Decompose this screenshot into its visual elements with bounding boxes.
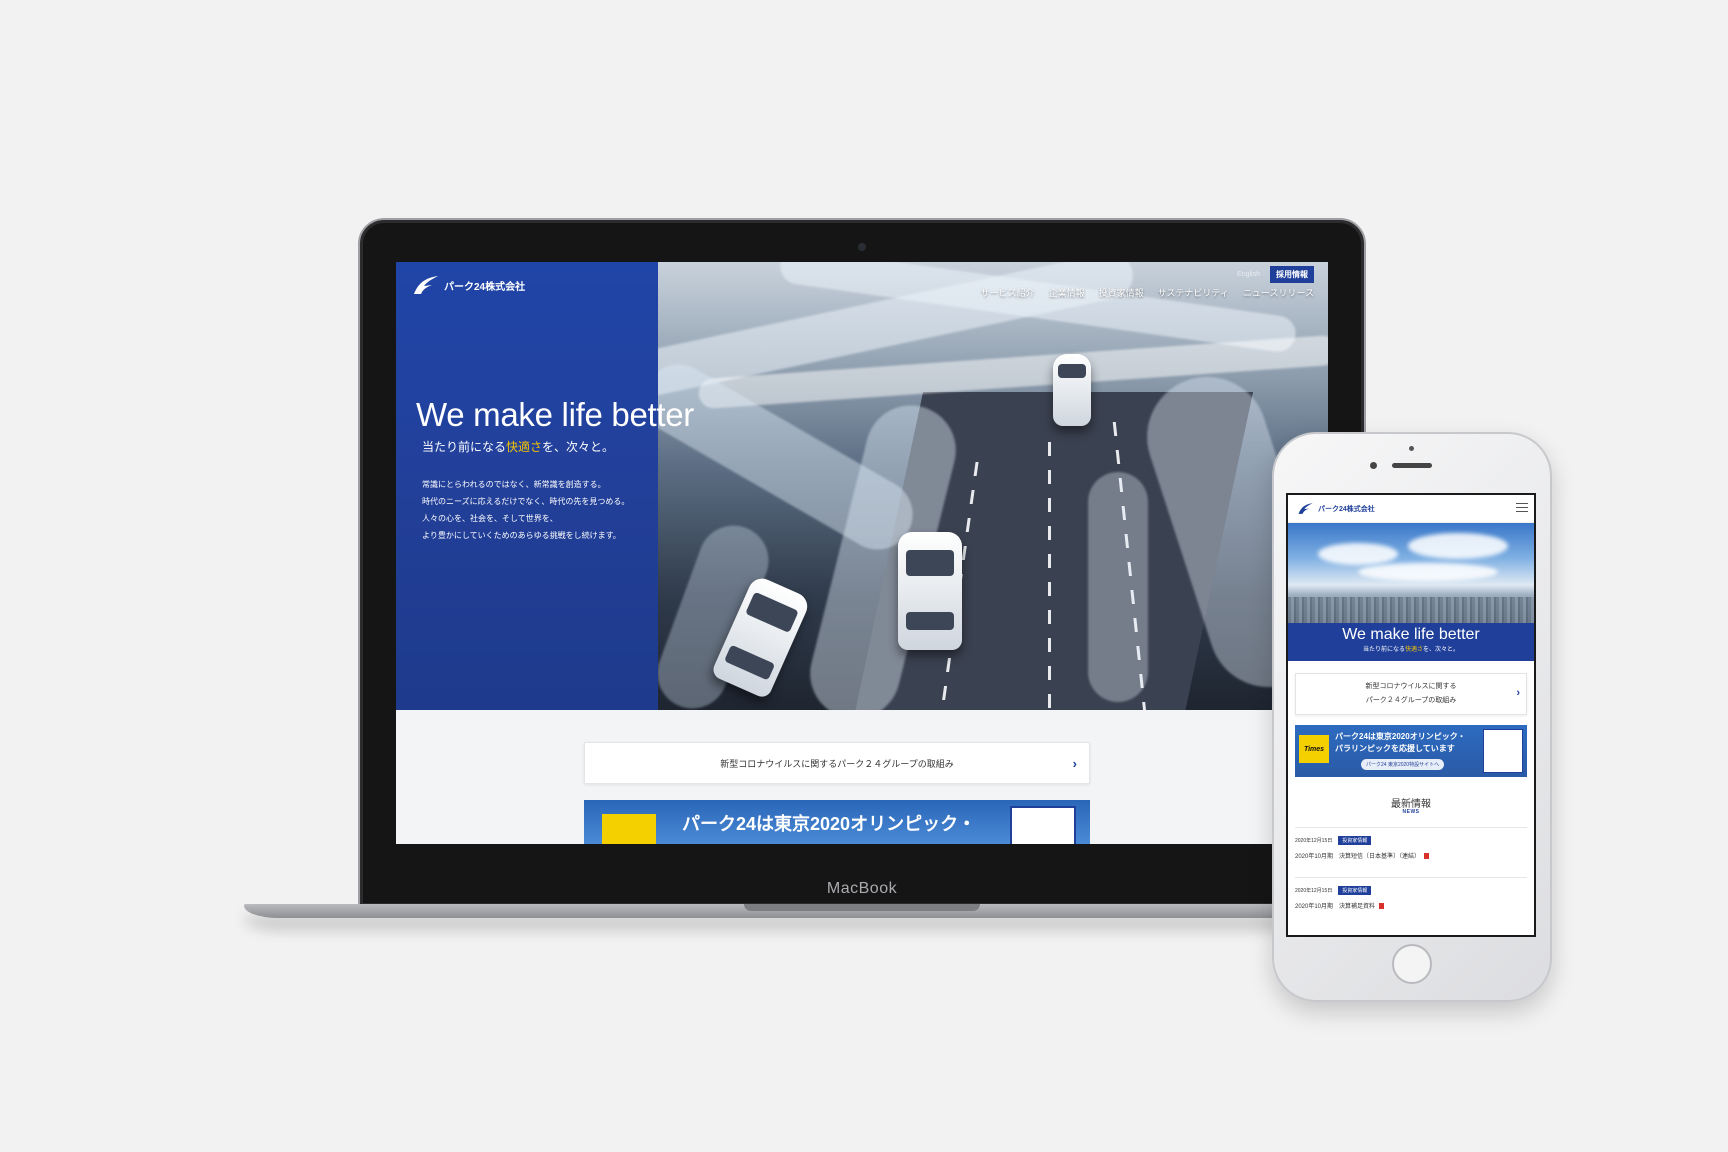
desktop-hero: パーク24株式会社 English 採用情報 サービス紹介 企業情報 投資家情報… bbox=[396, 262, 1328, 710]
subtitle-pre: 当たり前になる bbox=[422, 440, 507, 454]
hero-body-line: 常識にとらわれるのではなく、新常識を創造する。 bbox=[422, 480, 606, 489]
olympic-banner-line: パーク24は東京2020オリンピック・ bbox=[1335, 732, 1466, 741]
news-title: 2020年10月期 決算補足資料 bbox=[1295, 904, 1376, 910]
hero-image-traffic bbox=[658, 262, 1328, 710]
mobile-covid-info-link[interactable]: 新型コロナウイルスに関する パーク２４グループの取組み › bbox=[1295, 673, 1527, 715]
news-category-badge: 投資家情報 bbox=[1338, 836, 1372, 845]
mobile-hero-band: We make life better 当たり前になる快適さを、次々と。 bbox=[1288, 623, 1534, 661]
hero-body-line: 人々の心を、社会を、そして世界を、 bbox=[422, 514, 558, 523]
olympic-banner-line: パラリンピックを応援しています bbox=[1335, 744, 1455, 753]
tokyo2020-emblem bbox=[1483, 729, 1523, 773]
times-logo: Times bbox=[1299, 735, 1329, 763]
subtitle-accent: 快適さ bbox=[506, 440, 543, 454]
mobile-olympic-banner[interactable]: Times パーク24は東京2020オリンピック・ パラリンピックを応援していま… bbox=[1295, 725, 1527, 777]
mobile-header: パーク24株式会社 bbox=[1288, 495, 1534, 523]
news-category-badge: 投資家情報 bbox=[1338, 886, 1372, 895]
subtitle-pre: 当たり前になる bbox=[1362, 647, 1405, 653]
mobile-hero-subtitle: 当たり前になる快適さを、次々と。 bbox=[1288, 644, 1534, 653]
nav-item-company[interactable]: 企業情報 bbox=[1049, 286, 1085, 299]
proximity-sensor bbox=[1409, 446, 1414, 451]
chevron-right-icon: › bbox=[1072, 756, 1077, 771]
car-image bbox=[898, 532, 962, 650]
park24-logo-icon bbox=[1298, 503, 1313, 514]
chevron-right-icon: › bbox=[1516, 687, 1520, 699]
home-button[interactable] bbox=[1392, 944, 1432, 984]
mobile-site-screen: パーク24株式会社 We make life better 当たり前になる快適さ… bbox=[1286, 493, 1536, 937]
pdf-icon bbox=[1379, 902, 1385, 909]
subtitle-post: を、次々と。 bbox=[1423, 647, 1460, 653]
english-link[interactable]: English bbox=[1237, 271, 1260, 278]
covid-link-line: 新型コロナウイルスに関する bbox=[1365, 683, 1457, 690]
logo-text: パーク24株式会社 bbox=[1318, 505, 1375, 513]
macbook-bezel: MacBook bbox=[360, 874, 1364, 904]
hero-subtitle: 当たり前になる快適さを、次々と。 bbox=[422, 438, 614, 455]
logo-text: パーク24株式会社 bbox=[444, 281, 526, 293]
earpiece-speaker bbox=[1392, 463, 1432, 468]
desktop-content-area: 新型コロナウイルスに関するパーク２４グループの取組み › パーク24は東京202… bbox=[396, 710, 1328, 844]
camera-icon bbox=[858, 243, 866, 251]
news-item[interactable]: 2020年12月15日 投資家情報 2020年10月期 決算短信〔日本基準〕（連… bbox=[1295, 827, 1527, 877]
news-date: 2020年12月15日 bbox=[1295, 838, 1333, 844]
mobile-hero-image-sky bbox=[1288, 523, 1534, 623]
macbook-label: MacBook bbox=[826, 880, 898, 897]
park24-logo-icon bbox=[414, 276, 438, 294]
covid-link-line: パーク２４グループの取組み bbox=[1365, 697, 1457, 704]
nav-item-investors[interactable]: 投資家情報 bbox=[1099, 286, 1144, 299]
olympic-site-pill: パーク24 東京2020特設サイトへ bbox=[1361, 759, 1445, 770]
hero-body-text: 常識にとらわれるのではなく、新常識を創造する。 時代のニーズに応えるだけでなく、… bbox=[422, 476, 629, 544]
subtitle-post: を、次々と。 bbox=[542, 440, 615, 454]
site-logo[interactable]: パーク24株式会社 bbox=[410, 274, 525, 296]
nav-item-services[interactable]: サービス紹介 bbox=[981, 286, 1035, 299]
olympic-banner-text: パーク24は東京2020オリンピック・ bbox=[682, 814, 976, 834]
desktop-site-screen: パーク24株式会社 English 採用情報 サービス紹介 企業情報 投資家情報… bbox=[396, 262, 1328, 844]
mobile-site-logo[interactable]: パーク24株式会社 bbox=[1296, 502, 1375, 515]
front-camera-icon bbox=[1370, 462, 1377, 469]
covid-info-link[interactable]: 新型コロナウイルスに関するパーク２４グループの取組み › bbox=[584, 742, 1090, 784]
hero-body-line: より豊かにしていくためのあらゆる挑戦をし続けます。 bbox=[422, 531, 621, 540]
tokyo2020-emblem bbox=[1010, 806, 1076, 844]
recruit-button[interactable]: 採用情報 bbox=[1270, 266, 1314, 283]
subtitle-accent: 快適さ bbox=[1404, 647, 1423, 653]
news-date: 2020年12月15日 bbox=[1295, 888, 1333, 894]
times-logo bbox=[602, 814, 656, 844]
car-image bbox=[1053, 354, 1091, 426]
mobile-hero-title: We make life better bbox=[1342, 626, 1480, 643]
macbook-notch bbox=[744, 904, 980, 911]
news-title: 2020年10月期 決算短信〔日本基準〕（連結） bbox=[1295, 854, 1421, 860]
news-section-title: 最新情報 bbox=[1391, 799, 1431, 810]
global-nav: サービス紹介 企業情報 投資家情報 サステナビリティ ニュースリリース bbox=[981, 286, 1314, 299]
news-section-subtitle: NEWS bbox=[1402, 809, 1420, 815]
hero-body-line: 時代のニーズに応えるだけでなく、時代の先を見つめる。 bbox=[422, 497, 630, 506]
nav-item-news-release[interactable]: ニュースリリース bbox=[1243, 286, 1314, 299]
olympic-banner[interactable]: パーク24は東京2020オリンピック・ bbox=[584, 800, 1090, 844]
covid-link-text: 新型コロナウイルスに関するパーク２４グループの取組み bbox=[720, 758, 954, 769]
hero-title: We make life better bbox=[416, 396, 694, 433]
hamburger-menu-icon[interactable] bbox=[1516, 503, 1528, 515]
news-item[interactable]: 2020年12月15日 投資家情報 2020年10月期 決算補足資料 bbox=[1295, 877, 1527, 927]
nav-item-sustainability[interactable]: サステナビリティ bbox=[1158, 286, 1229, 299]
pdf-icon bbox=[1424, 852, 1430, 859]
utility-nav: English 採用情報 bbox=[1237, 266, 1314, 283]
